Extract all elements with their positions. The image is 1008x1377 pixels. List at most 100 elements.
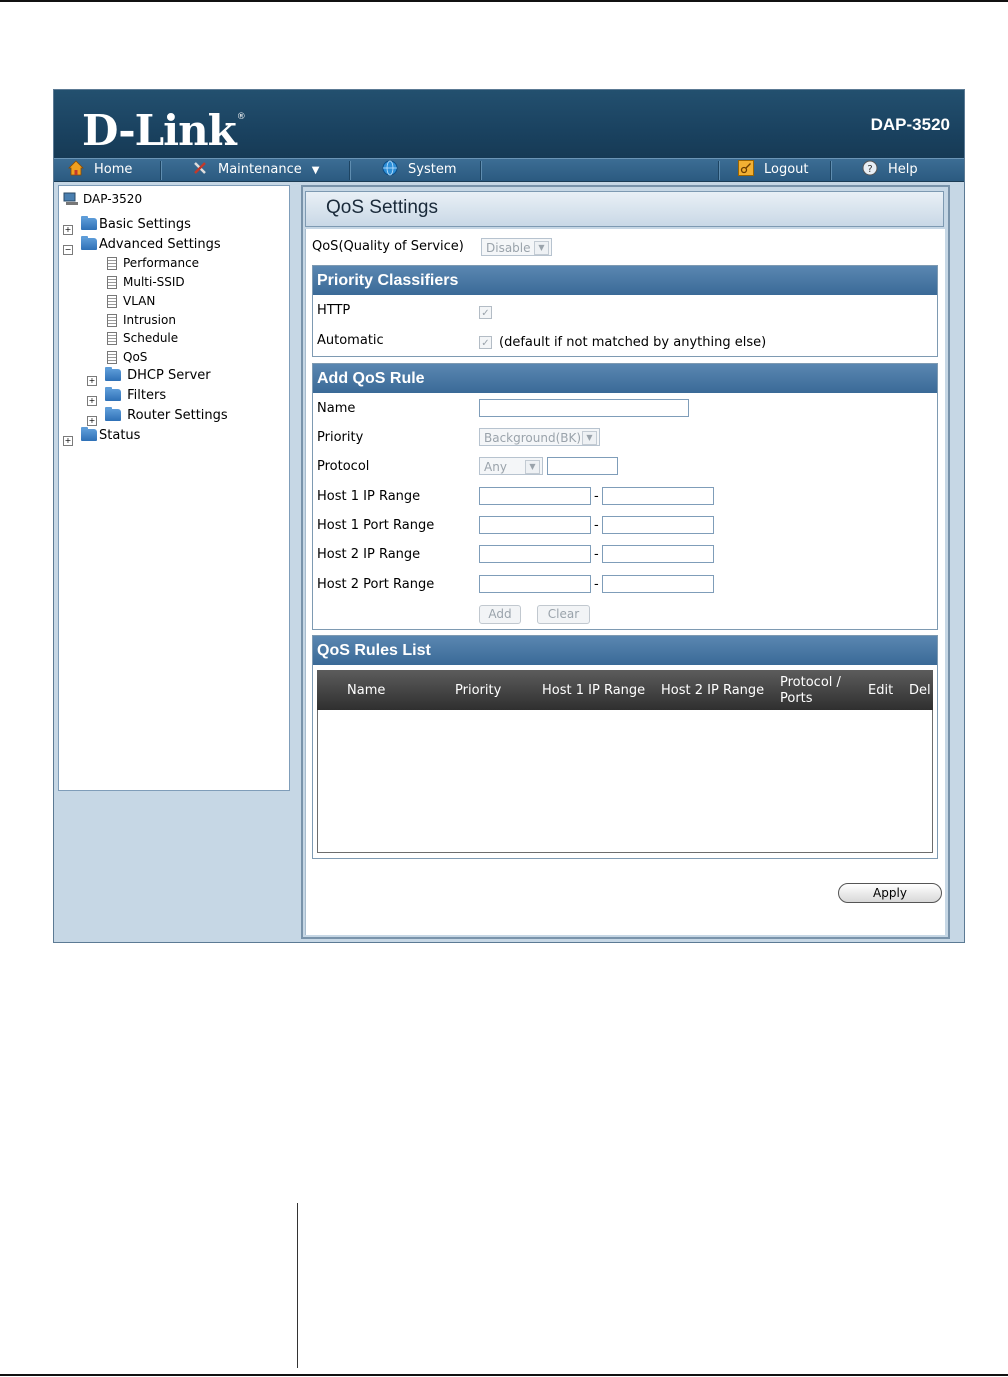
range-dash: - [594,489,599,504]
dlink-logo: D-Link® [82,106,246,155]
nav-separator [480,161,482,180]
nav-maintenance[interactable]: Maintenance ▼ [192,159,319,181]
host2-port-end-input[interactable] [602,575,714,593]
page-title: QoS Settings [326,197,438,218]
section-heading: Add QoS Rule [313,364,937,393]
rule-name-input[interactable] [479,399,689,417]
range-dash: - [594,547,599,562]
page-top-rule [0,0,1008,2]
qos-select[interactable]: Disable ▼ [481,238,552,256]
chevron-down-icon: ▼ [534,241,549,255]
host1-ip-end-input[interactable] [602,487,714,505]
nav-home[interactable]: Home [68,159,132,181]
host1-port-end-input[interactable] [602,516,714,534]
section-heading: QoS Rules List [313,636,937,665]
tree-expand-icon[interactable]: + [63,436,73,446]
priority-label: Priority [317,430,364,445]
tree-expand-icon[interactable]: + [87,396,97,406]
page-icon [107,295,117,308]
brand-header: D-Link® DAP-3520 [54,90,964,158]
http-checkbox[interactable]: ✓ [479,306,492,319]
tree-item-basic-settings[interactable]: Basic Settings [81,216,191,234]
model-name: DAP-3520 [870,115,950,134]
tree-item-multi-ssid[interactable]: Multi-SSID [107,273,185,291]
col-edit: Edit [868,683,894,698]
tree-item-performance[interactable]: Performance [107,254,199,272]
folder-open-icon [81,236,97,250]
host1-ip-label: Host 1 IP Range [317,489,421,504]
range-dash: - [594,518,599,533]
chevron-down-icon: ▼ [311,165,320,176]
tree-expand-icon[interactable]: + [87,416,97,426]
name-label: Name [317,401,356,416]
add-qos-rule-section: Add QoS Rule Name Priority Background(BK… [312,363,938,630]
tree-item-qos[interactable]: QoS [107,348,147,366]
nav-separator [160,161,162,180]
automatic-checkbox[interactable]: ✓ [479,336,492,349]
section-heading: Priority Classifiers [313,266,937,295]
host2-ip-label: Host 2 IP Range [317,547,421,562]
tree-item-root[interactable]: DAP-3520 [63,190,142,208]
tools-icon [194,162,206,174]
page-icon [107,257,117,270]
apply-button[interactable]: Apply [838,883,942,903]
folder-icon [81,216,97,230]
nav-help[interactable]: ? Help [862,159,918,181]
computer-icon [63,192,78,205]
key-icon [738,160,754,176]
host1-port-label: Host 1 Port Range [317,518,435,533]
tree-item-schedule[interactable]: Schedule [107,329,178,347]
content-panel: QoS Settings QoS(Quality of Service) Dis… [301,185,950,939]
globe-icon [382,160,398,176]
col-del: Del [909,683,931,698]
folder-icon [81,427,97,441]
range-dash: - [594,577,599,592]
host2-port-start-input[interactable] [479,575,591,593]
nav-separator [718,161,720,180]
tree-item-filters[interactable]: Filters [105,387,166,405]
top-nav: Home Maintenance ▼ System Logout ? Help [54,158,964,182]
nav-tree: DAP-3520 + Basic Settings − Advanced Set… [58,185,290,791]
col-name: Name [347,683,386,698]
rules-table-body [317,710,933,853]
qos-label: QoS(Quality of Service) [312,239,464,254]
folder-icon [105,387,121,401]
qos-rules-list-section: QoS Rules List Name Priority Host 1 IP R… [312,635,938,859]
priority-classifiers-section: Priority Classifiers HTTP ✓ Automatic ✓ … [312,265,938,357]
clear-button[interactable]: Clear [537,605,590,624]
help-icon: ? [862,160,878,176]
nav-logout[interactable]: Logout [738,159,809,181]
tree-item-advanced-settings[interactable]: Advanced Settings [81,236,221,254]
host2-port-label: Host 2 Port Range [317,577,435,592]
tree-expand-icon[interactable]: + [87,376,97,386]
host2-ip-end-input[interactable] [602,545,714,563]
nav-system[interactable]: System [382,159,456,181]
tree-item-status[interactable]: Status [81,427,140,445]
tree-item-vlan[interactable]: VLAN [107,292,155,310]
col-protocol: Protocol / [780,675,841,690]
col-ports: Ports [780,691,813,706]
priority-select[interactable]: Background(BK) ▼ [479,428,600,446]
nav-separator [349,161,351,180]
page-icon [107,332,117,345]
page-title-bar: QoS Settings [305,191,944,227]
tree-collapse-icon[interactable]: − [63,245,73,255]
host2-ip-start-input[interactable] [479,545,591,563]
tree-item-intrusion[interactable]: Intrusion [107,311,176,329]
automatic-label: Automatic [317,333,384,348]
tree-item-dhcp-server[interactable]: DHCP Server [105,367,211,385]
column-divider [297,1203,298,1368]
add-button[interactable]: Add [479,605,521,624]
page-icon [107,276,117,289]
page-icon [107,314,117,327]
protocol-select[interactable]: Any ▼ [479,457,543,475]
protocol-label: Protocol [317,459,370,474]
tree-item-router-settings[interactable]: Router Settings [105,407,228,425]
col-priority: Priority [455,683,502,698]
folder-icon [105,407,121,421]
host1-ip-start-input[interactable] [479,487,591,505]
protocol-number-input[interactable] [547,457,618,475]
tree-expand-icon[interactable]: + [63,225,73,235]
browser-frame: D-Link® DAP-3520 Home Maintenance ▼ Syste… [53,89,965,943]
host1-port-start-input[interactable] [479,516,591,534]
